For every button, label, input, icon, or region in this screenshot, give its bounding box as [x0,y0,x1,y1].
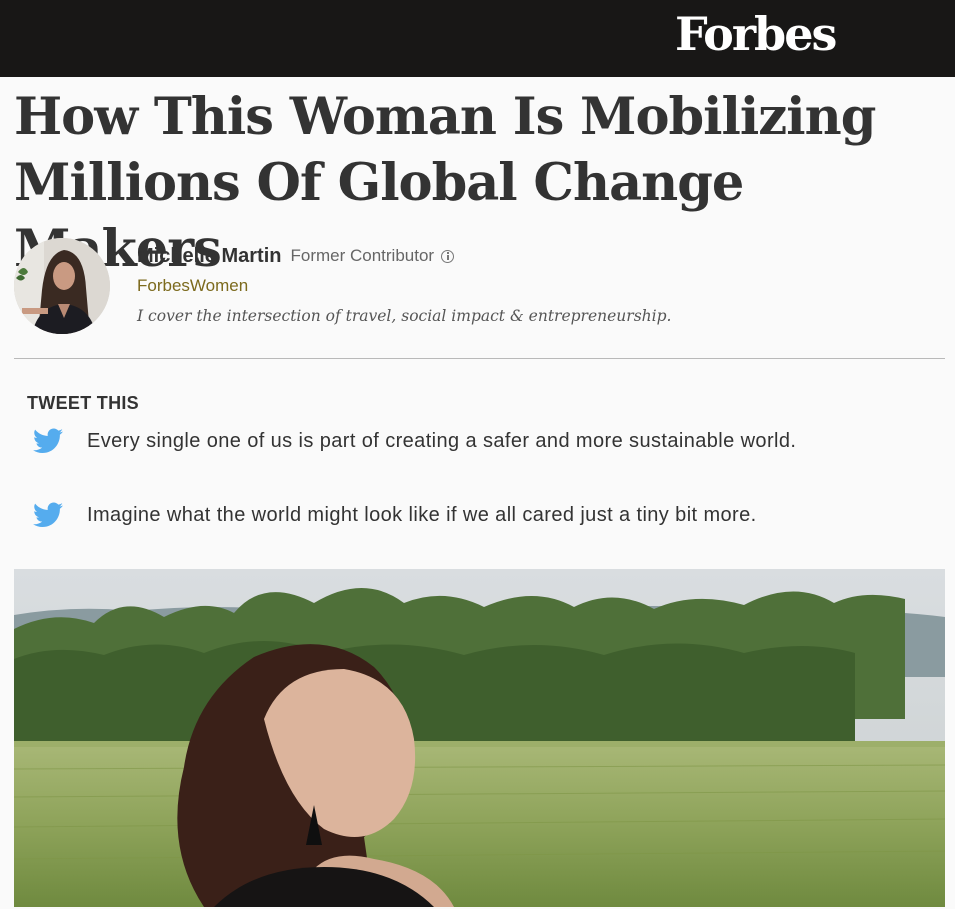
author-divider [14,358,945,359]
author-avatar[interactable] [14,238,110,334]
tweet-item[interactable]: Every single one of us is part of creati… [33,425,948,457]
hero-image [14,569,945,907]
channel-link[interactable]: ForbesWomen [137,271,937,301]
author-role: Former Contributor [290,246,435,265]
author-photo-icon [14,238,110,334]
author-line: Michelle Martin Former Contributor [137,241,937,271]
tweet-text[interactable]: Imagine what the world might look like i… [87,504,757,527]
info-circle-icon[interactable] [441,249,455,263]
tweet-item[interactable]: Imagine what the world might look like i… [33,499,948,531]
twitter-bird-icon[interactable] [33,428,63,454]
tweet-text[interactable]: Every single one of us is part of creati… [87,430,796,453]
author-info: Michelle Martin Former Contributor Forbe… [137,241,937,331]
top-navigation-bar: Forbes [0,0,955,77]
author-name-link[interactable]: Michelle Martin [137,245,281,268]
tweet-this-heading: TWEET THIS [27,393,139,413]
author-bio: I cover the intersection of travel, soci… [137,307,672,325]
twitter-bird-icon[interactable] [33,502,63,528]
field-portrait-image [14,569,945,907]
forbes-logo[interactable]: Forbes [675,6,837,62]
